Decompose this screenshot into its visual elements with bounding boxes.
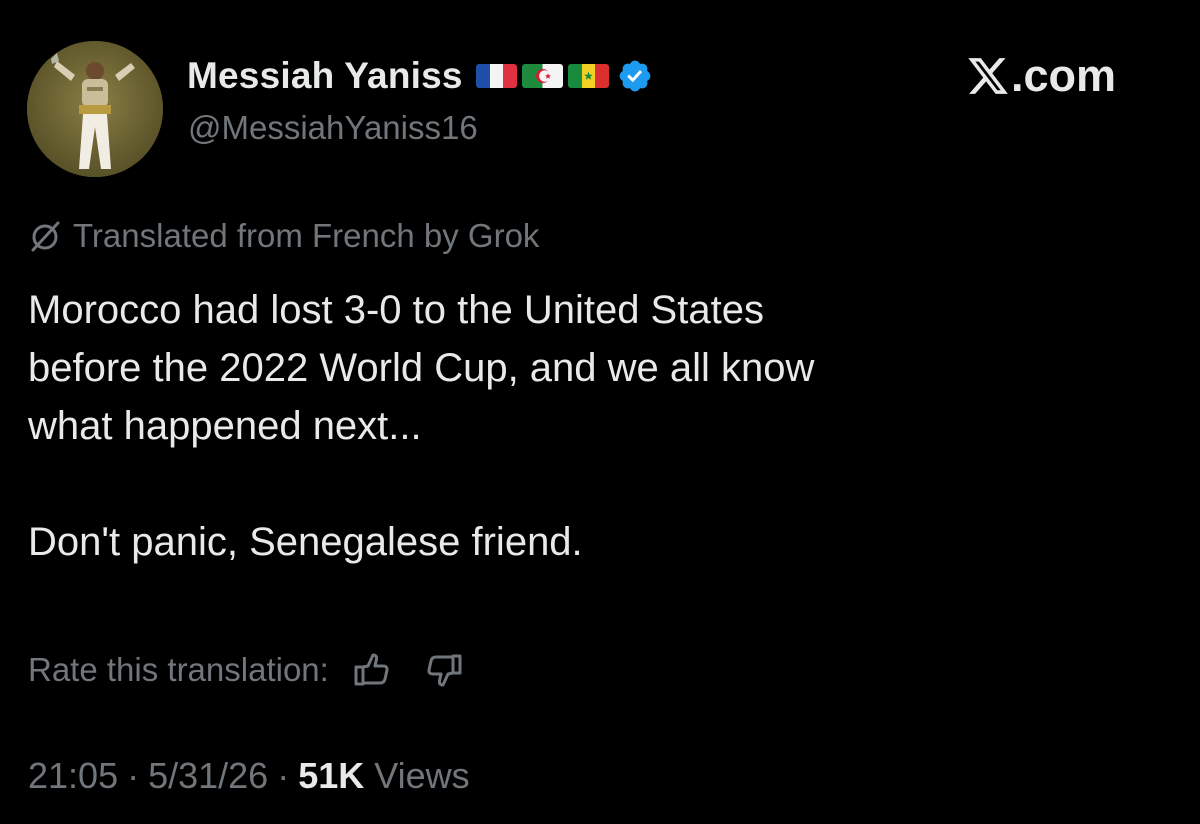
tweet-time[interactable]: 21:05 [28,755,118,797]
brand-text: .com [1011,50,1117,101]
brand[interactable]: .com [966,50,1116,102]
paragraph-break [28,455,1178,513]
tweet-line: before the 2022 World Cup, and we all kn… [28,346,815,390]
thumbs-up-button[interactable] [349,648,393,692]
tweet-line: what happened next... [28,404,422,448]
thumbs-up-icon [354,653,389,686]
rate-label: Rate this translation: [28,651,329,688]
translation-notice: Translated from French by Grok [28,214,539,258]
thumbs-down-icon [427,654,462,687]
tweet-line: Morocco had lost 3-0 to the United State… [28,288,764,332]
flags [475,64,609,88]
x-logo-icon [968,58,1008,94]
algeria-flag [521,64,563,88]
author-handle[interactable]: @MessiahYaniss16 [188,109,478,147]
rate-translation: Rate this translation: [28,646,467,694]
author-display-name[interactable]: Messiah Yaniss [187,55,463,97]
view-count: 51K [298,755,365,796]
thumbs-down-button[interactable] [423,648,467,692]
tweet-date[interactable]: 5/31/26 [148,755,268,797]
translation-label: Translated from French by Grok [73,217,540,254]
france-flag [475,64,517,88]
verified-badge-icon[interactable] [617,58,653,94]
avatar-photo [27,41,163,177]
tweet-closing: Don't panic, Senegalese friend. [28,520,583,564]
meta-separator: · [127,755,140,796]
tweet-meta: 21:05 · 5/31/26 · 51K Views [28,752,470,800]
tweet-text: Morocco had lost 3-0 to the United State… [28,281,1178,571]
avatar[interactable] [27,41,163,177]
meta-separator: · [277,755,290,796]
author-name-row: Messiah Yaniss [187,52,653,100]
senegal-flag [567,64,609,88]
grok-icon [31,221,60,252]
view-label: Views [374,755,470,796]
